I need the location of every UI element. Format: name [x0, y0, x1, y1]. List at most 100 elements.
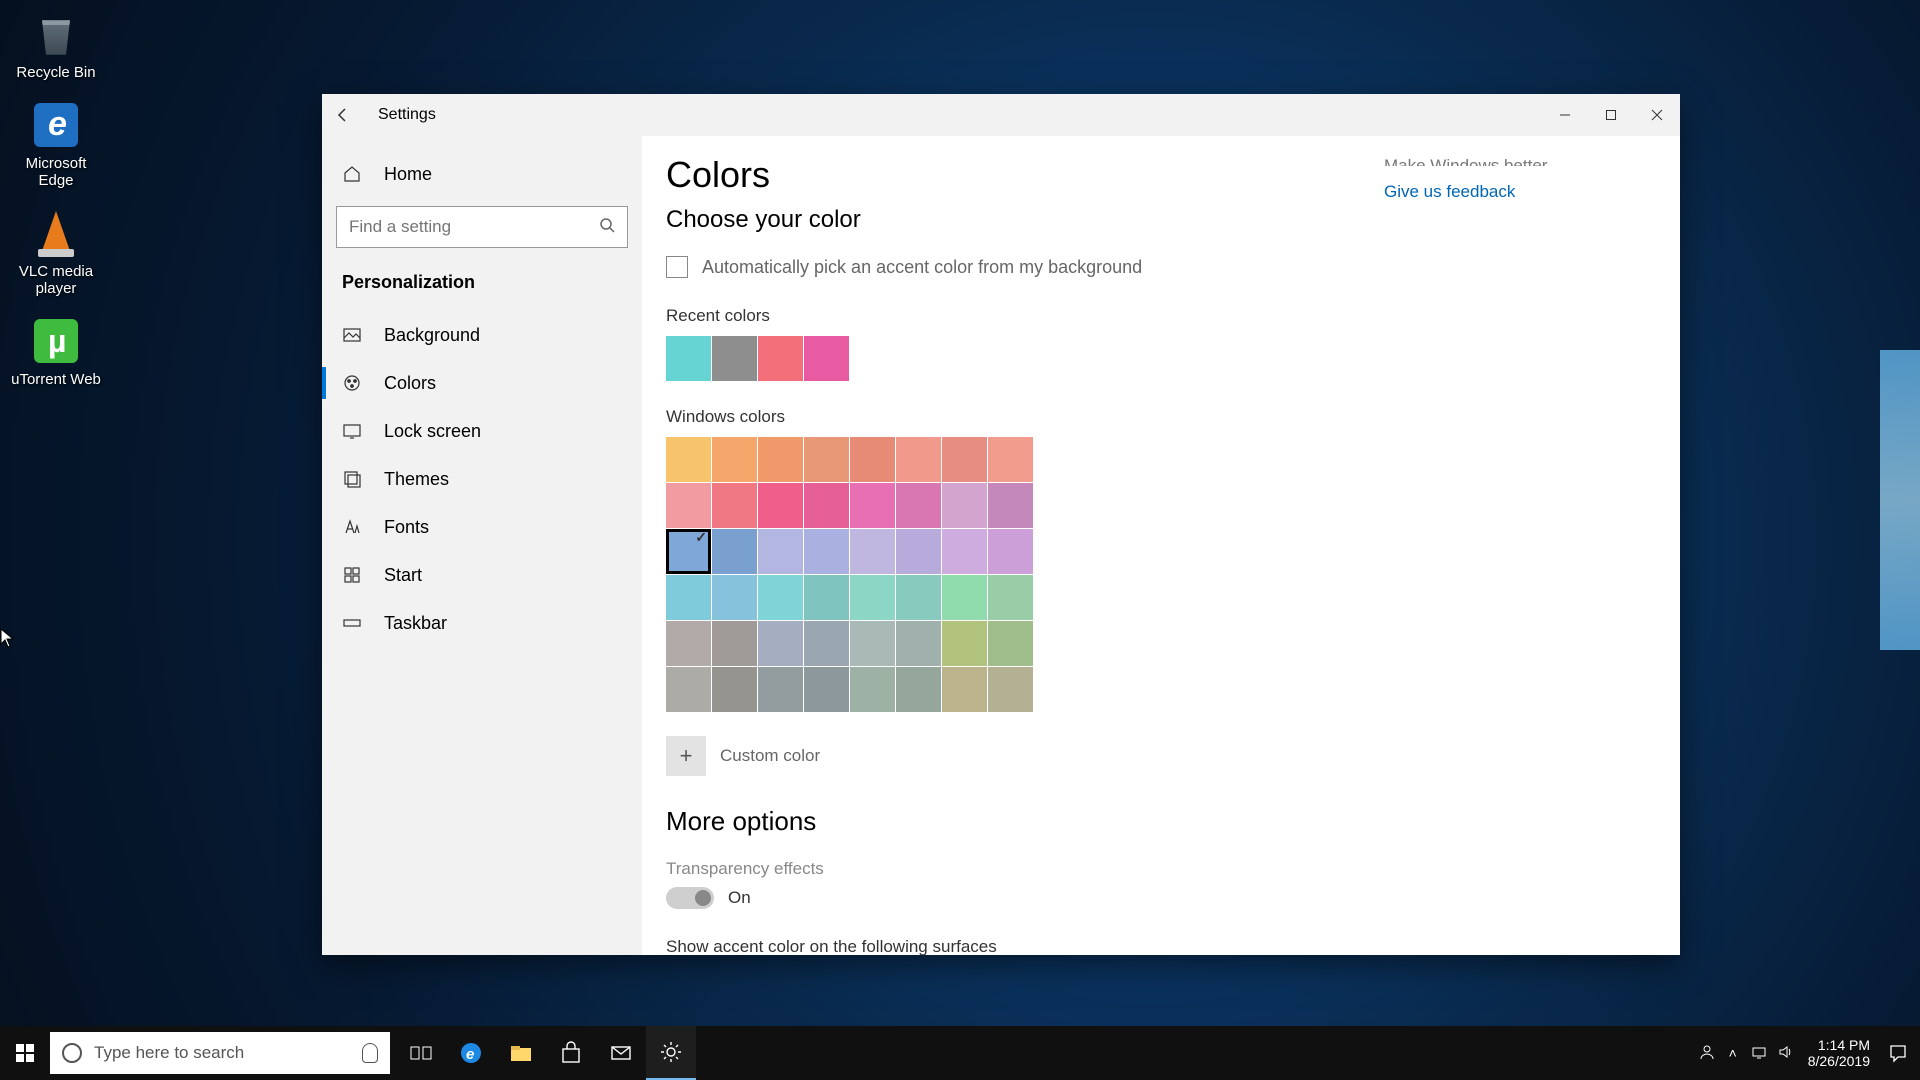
desktop-icon-utorrent[interactable]: uTorrent Web — [6, 315, 106, 388]
auto-accent-checkbox-row[interactable]: Automatically pick an accent color from … — [666, 256, 1384, 278]
color-swatch[interactable] — [712, 336, 757, 381]
color-swatch[interactable] — [804, 483, 849, 528]
color-swatch[interactable] — [666, 529, 711, 574]
color-swatch[interactable] — [758, 437, 803, 482]
taskbar-pinned: e — [396, 1026, 696, 1080]
tray-overflow[interactable]: ˄ — [1720, 1045, 1746, 1061]
color-swatch[interactable] — [850, 483, 895, 528]
color-swatch[interactable] — [666, 621, 711, 666]
color-swatch[interactable] — [758, 667, 803, 712]
taskbar-settings[interactable] — [646, 1026, 696, 1080]
color-swatch[interactable] — [758, 483, 803, 528]
color-swatch[interactable] — [896, 529, 941, 574]
windows-colors-label: Windows colors — [666, 407, 1384, 427]
color-swatch[interactable] — [942, 667, 987, 712]
desktop-icon-vlc[interactable]: VLC media player — [6, 207, 106, 297]
color-swatch[interactable] — [712, 437, 757, 482]
action-center-button[interactable] — [1884, 1039, 1912, 1067]
color-swatch[interactable] — [988, 529, 1033, 574]
color-swatch[interactable] — [758, 575, 803, 620]
color-swatch[interactable] — [758, 336, 803, 381]
color-swatch[interactable] — [712, 483, 757, 528]
color-swatch[interactable] — [942, 529, 987, 574]
color-swatch[interactable] — [804, 437, 849, 482]
taskbar-edge[interactable]: e — [446, 1026, 496, 1080]
main-panel[interactable]: Colors Choose your color Automatically p… — [666, 154, 1384, 955]
sidebar-item-colors[interactable]: Colors — [322, 359, 642, 407]
start-button[interactable] — [0, 1026, 50, 1080]
maximize-button[interactable] — [1588, 94, 1634, 136]
color-swatch[interactable] — [896, 575, 941, 620]
color-swatch[interactable] — [666, 336, 711, 381]
color-swatch[interactable] — [712, 575, 757, 620]
taskbar-mail[interactable] — [596, 1026, 646, 1080]
vlc-icon — [30, 207, 82, 259]
color-swatch[interactable] — [896, 667, 941, 712]
search-input[interactable] — [336, 206, 628, 248]
custom-color-button[interactable]: + Custom color — [666, 736, 1384, 776]
color-swatch[interactable] — [988, 575, 1033, 620]
color-swatch[interactable] — [850, 575, 895, 620]
sidebar-item-background[interactable]: Background — [322, 311, 642, 359]
color-swatch[interactable] — [712, 667, 757, 712]
color-swatch[interactable] — [850, 437, 895, 482]
color-swatch[interactable] — [804, 336, 849, 381]
tray-network-icon[interactable] — [1746, 1044, 1772, 1063]
color-swatch[interactable] — [666, 667, 711, 712]
recycle-bin-icon — [36, 11, 76, 57]
color-swatch[interactable] — [988, 483, 1033, 528]
taskbar-search[interactable]: Type here to search — [50, 1032, 390, 1074]
taskbar: Type here to search e ˄ 1:14 PM 8/26/201… — [0, 1026, 1920, 1080]
sidebar-item-lockscreen[interactable]: Lock screen — [322, 407, 642, 455]
back-button[interactable] — [322, 94, 364, 136]
close-button[interactable] — [1634, 94, 1680, 136]
sidebar-item-start[interactable]: Start — [322, 551, 642, 599]
color-swatch[interactable] — [666, 437, 711, 482]
color-swatch[interactable] — [942, 483, 987, 528]
color-swatch[interactable] — [850, 667, 895, 712]
mic-icon — [362, 1043, 378, 1063]
color-swatch[interactable] — [988, 667, 1033, 712]
taskbar-store[interactable] — [546, 1026, 596, 1080]
color-swatch[interactable] — [712, 621, 757, 666]
taskbar-clock[interactable]: 1:14 PM 8/26/2019 — [1798, 1037, 1880, 1069]
taskbar-explorer[interactable] — [496, 1026, 546, 1080]
color-swatch[interactable] — [712, 529, 757, 574]
desktop-icon-edge[interactable]: Microsoft Edge — [6, 99, 106, 189]
task-view-button[interactable] — [396, 1026, 446, 1080]
titlebar[interactable]: Settings — [322, 94, 1680, 136]
color-swatch[interactable] — [988, 437, 1033, 482]
feedback-link[interactable]: Give us feedback — [1384, 182, 1644, 202]
desktop-icon-label: VLC media player — [6, 263, 106, 297]
color-swatch[interactable] — [758, 529, 803, 574]
color-swatch[interactable] — [988, 621, 1033, 666]
sidebar-home-label: Home — [384, 164, 432, 185]
color-swatch[interactable] — [896, 437, 941, 482]
color-swatch[interactable] — [896, 621, 941, 666]
color-swatch[interactable] — [942, 621, 987, 666]
sidebar-item-themes[interactable]: Themes — [322, 455, 642, 503]
color-swatch[interactable] — [804, 621, 849, 666]
tray-people[interactable] — [1694, 1043, 1720, 1064]
color-swatch[interactable] — [666, 575, 711, 620]
color-swatch[interactable] — [850, 621, 895, 666]
search-field[interactable] — [349, 217, 599, 237]
make-windows-better-cut: Make Windows better — [1384, 156, 1644, 166]
color-swatch[interactable] — [850, 529, 895, 574]
transparency-toggle[interactable] — [666, 887, 714, 909]
color-swatch[interactable] — [804, 529, 849, 574]
sidebar-home[interactable]: Home — [322, 150, 642, 198]
sidebar-item-taskbar[interactable]: Taskbar — [322, 599, 642, 647]
color-swatch[interactable] — [804, 667, 849, 712]
checkbox-icon[interactable] — [666, 256, 688, 278]
desktop-icon-recycle-bin[interactable]: Recycle Bin — [6, 8, 106, 81]
color-swatch[interactable] — [942, 437, 987, 482]
color-swatch[interactable] — [666, 483, 711, 528]
color-swatch[interactable] — [896, 483, 941, 528]
minimize-button[interactable] — [1542, 94, 1588, 136]
color-swatch[interactable] — [942, 575, 987, 620]
color-swatch[interactable] — [758, 621, 803, 666]
color-swatch[interactable] — [804, 575, 849, 620]
sidebar-item-fonts[interactable]: Fonts — [322, 503, 642, 551]
tray-volume-icon[interactable] — [1772, 1044, 1798, 1063]
